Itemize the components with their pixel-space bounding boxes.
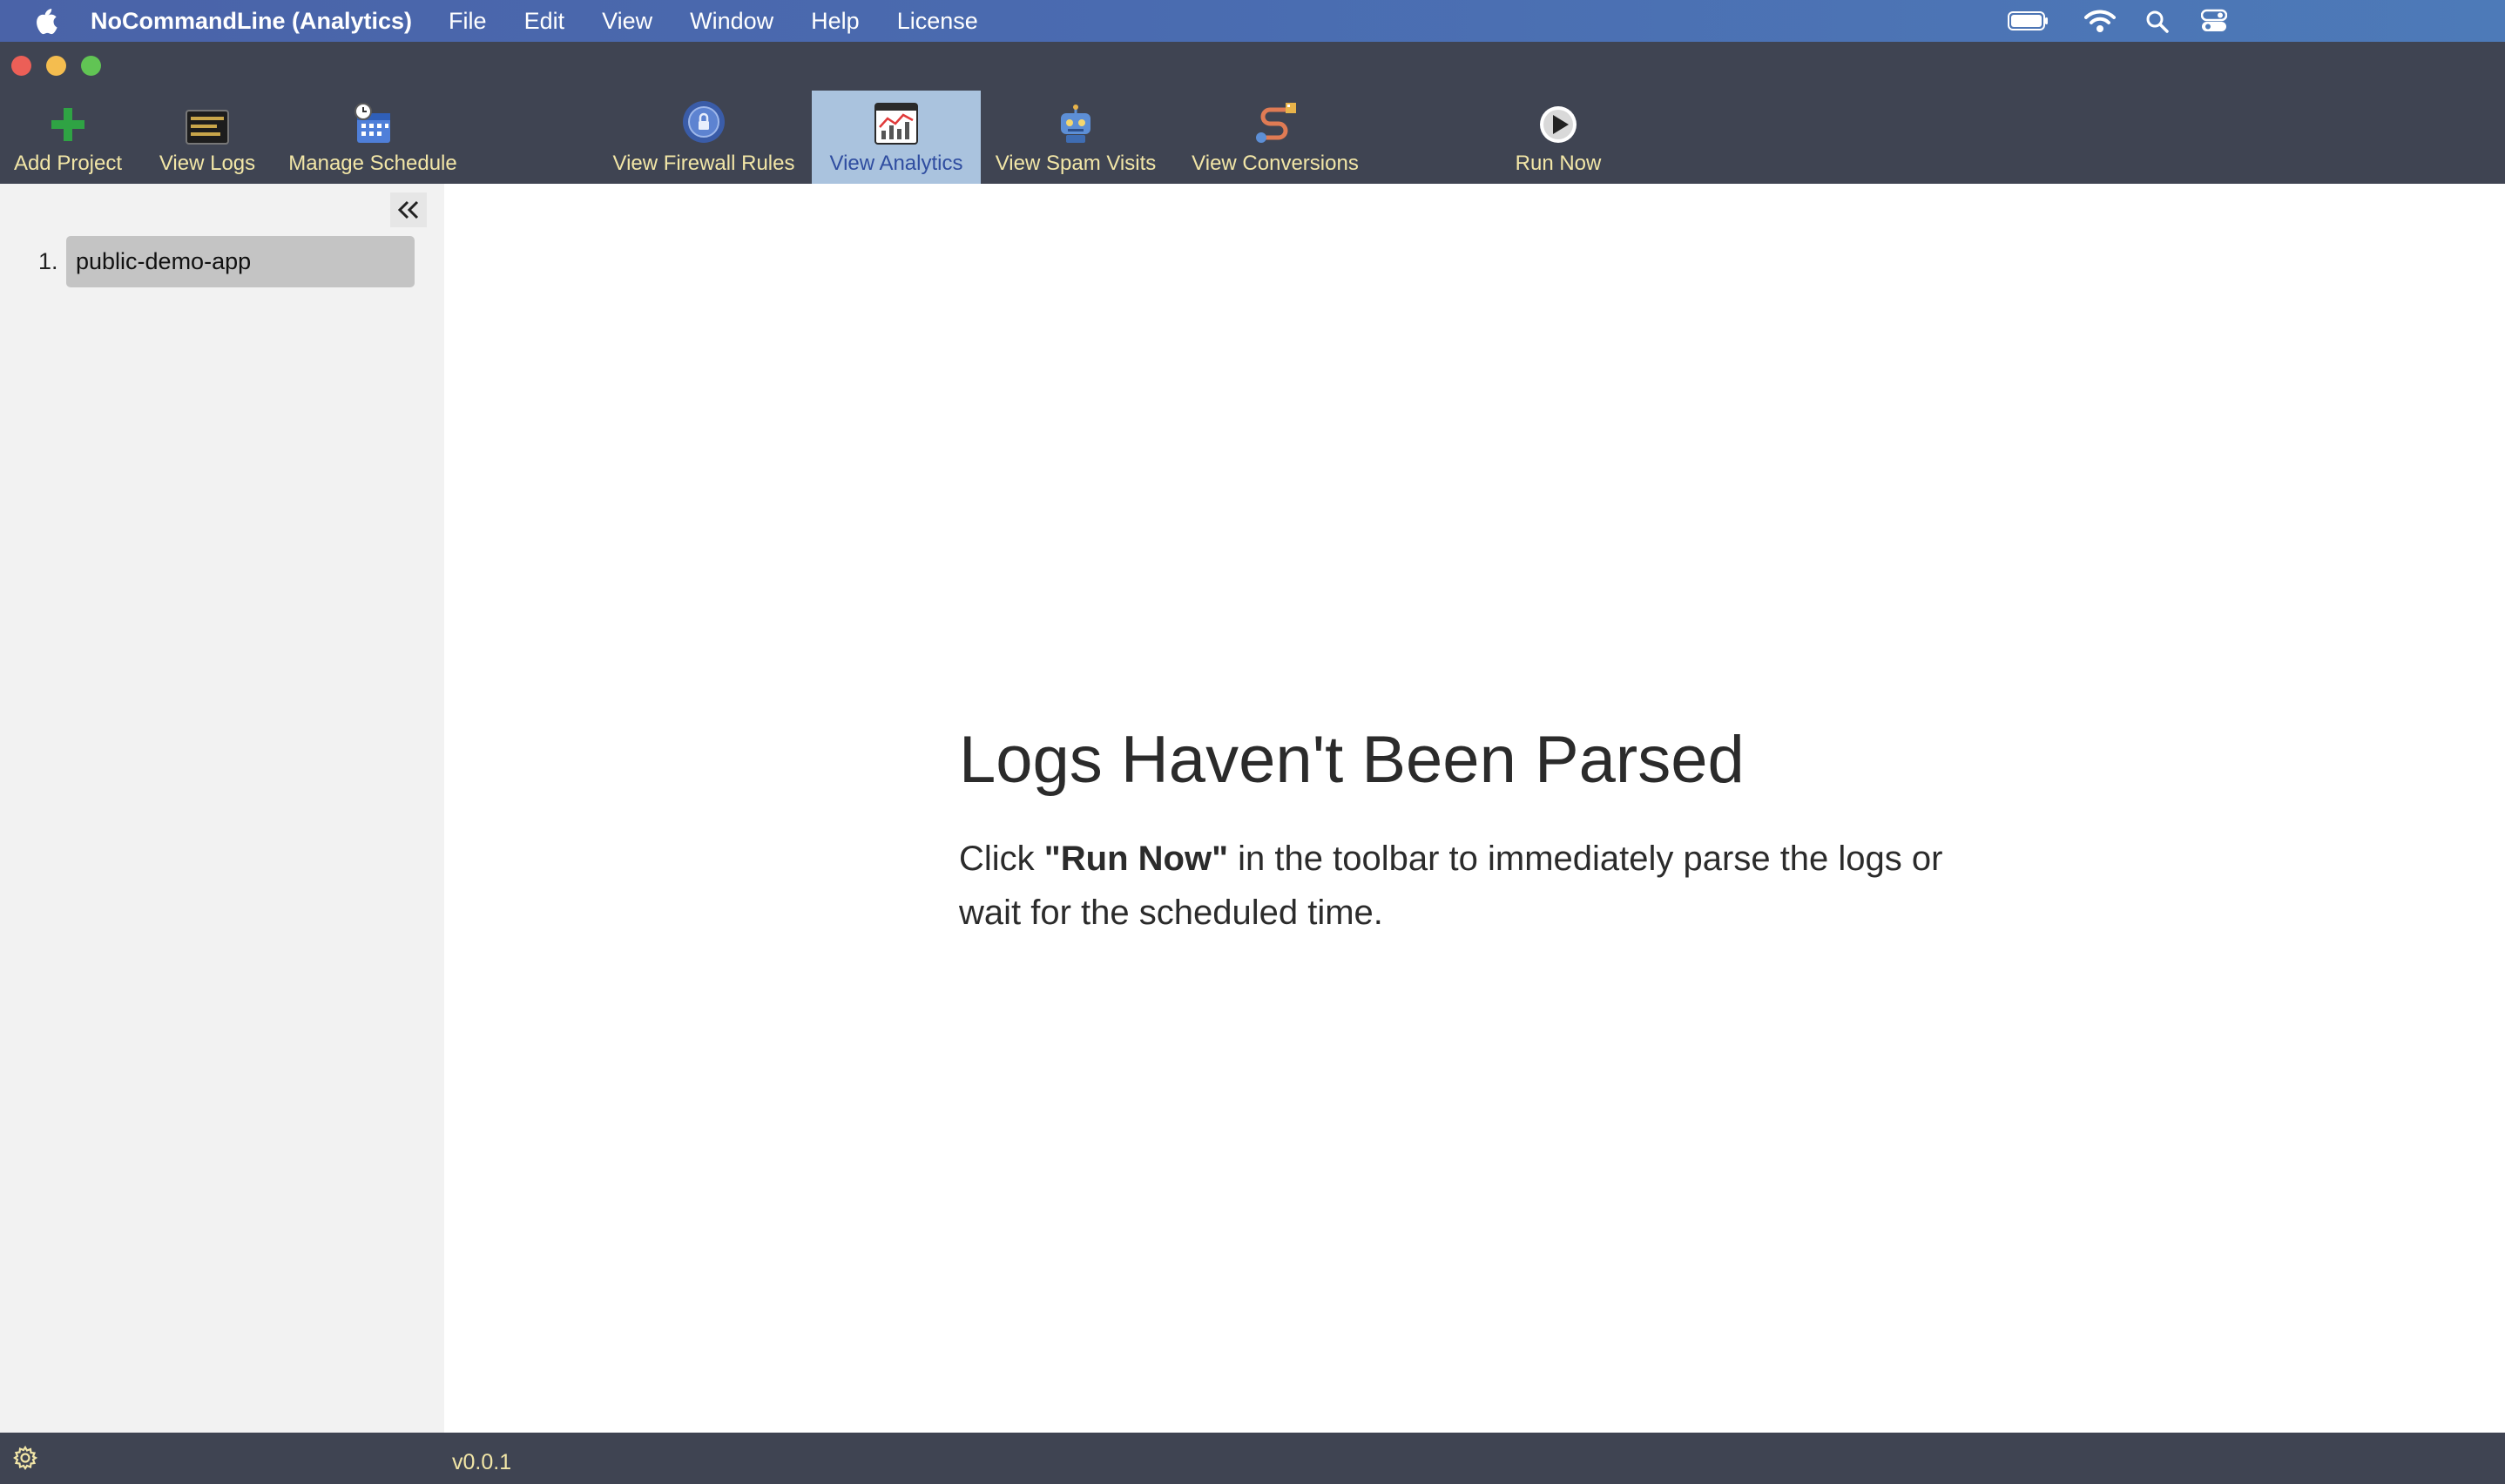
view-logs-label: View Logs	[159, 152, 256, 175]
main-content: Logs Haven't Been Parsed Click "Run Now"…	[444, 184, 2505, 1433]
view-analytics-button[interactable]: View Analytics	[812, 91, 981, 184]
play-icon	[1540, 106, 1577, 143]
toolbar: Add Project View Logs Manage Schedule Vi…	[0, 91, 2505, 184]
empty-state-message: Logs Haven't Been Parsed Click "Run Now"…	[959, 724, 2004, 940]
view-firewall-rules-button[interactable]: View Firewall Rules	[610, 91, 798, 184]
zoom-window-button[interactable]	[81, 56, 101, 76]
collapse-sidebar-button[interactable]	[390, 192, 427, 227]
firewall-shield-icon	[683, 101, 725, 143]
plus-icon	[51, 108, 84, 141]
title-bar	[0, 42, 2505, 91]
view-logs-button[interactable]: View Logs	[155, 91, 260, 184]
wifi-icon[interactable]	[2084, 9, 2116, 37]
project-list: 1. public-demo-app	[38, 236, 415, 287]
calendar-clock-icon	[354, 103, 390, 143]
run-now-button[interactable]: Run Now	[1502, 91, 1615, 184]
app-window: Add Project View Logs Manage Schedule Vi…	[0, 42, 2505, 1484]
manage-schedule-button[interactable]: Manage Schedule	[286, 91, 460, 184]
robot-icon	[1061, 105, 1090, 143]
spotlight-search-icon[interactable]	[2145, 10, 2170, 38]
version-label: v0.0.1	[452, 1450, 512, 1474]
settings-button[interactable]	[12, 1445, 38, 1475]
menu-app-name[interactable]: NoCommandLine (Analytics)	[91, 8, 412, 35]
control-center-icon[interactable]	[2200, 9, 2228, 37]
analytics-chart-icon	[874, 103, 918, 145]
menu-edit[interactable]: Edit	[524, 8, 565, 35]
view-analytics-label: View Analytics	[829, 152, 963, 175]
project-sidebar: 1. public-demo-app	[0, 184, 444, 1433]
battery-icon[interactable]	[2008, 11, 2049, 35]
project-item-public-demo-app[interactable]: public-demo-app	[66, 236, 415, 287]
project-number: 1.	[38, 248, 58, 274]
menu-window[interactable]: Window	[690, 8, 773, 35]
message-prefix: Click	[959, 839, 1035, 878]
gear-icon	[13, 1445, 38, 1470]
apple-icon[interactable]	[0, 7, 91, 35]
empty-state-title: Logs Haven't Been Parsed	[959, 723, 1745, 797]
manage-schedule-label: Manage Schedule	[288, 152, 457, 175]
close-window-button[interactable]	[11, 56, 31, 76]
conversion-path-icon	[1256, 103, 1296, 143]
view-conversions-button[interactable]: View Conversions	[1185, 91, 1366, 184]
run-now-label: Run Now	[1515, 152, 1602, 175]
add-project-button[interactable]: Add Project	[7, 91, 129, 184]
menu-help[interactable]: Help	[811, 8, 860, 35]
run-now-emphasis: "Run Now"	[1043, 839, 1229, 878]
view-firewall-rules-label: View Firewall Rules	[612, 152, 795, 175]
view-spam-visits-button[interactable]: View Spam Visits	[993, 91, 1158, 184]
menu-license[interactable]: License	[897, 8, 978, 35]
view-conversions-label: View Conversions	[1192, 152, 1359, 175]
menu-file[interactable]: File	[449, 8, 487, 35]
status-footer: v0.0.1	[0, 1433, 2505, 1484]
menu-view[interactable]: View	[602, 8, 652, 35]
empty-state-description: Click "Run Now" in the toolbar to immedi…	[959, 832, 2004, 940]
minimize-window-button[interactable]	[46, 56, 66, 76]
view-spam-visits-label: View Spam Visits	[995, 152, 1157, 175]
add-project-label: Add Project	[13, 152, 123, 175]
logs-icon	[186, 110, 229, 145]
double-chevron-left-icon	[397, 200, 419, 219]
macos-menu-bar: NoCommandLine (Analytics) File Edit View…	[0, 0, 2505, 42]
